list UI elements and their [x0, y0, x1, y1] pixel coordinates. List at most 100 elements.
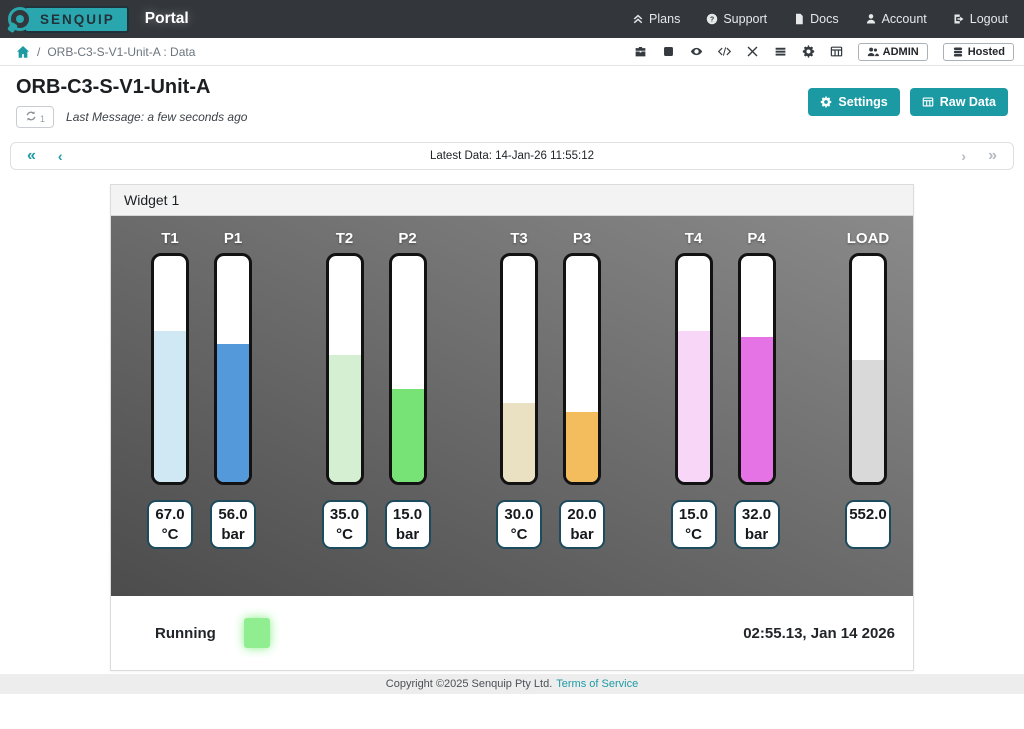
gauge-value: 30.0	[499, 505, 539, 525]
refresh-icon	[25, 110, 37, 122]
gauge-p2: P2 15.0 bar	[385, 230, 431, 596]
logout-icon	[953, 13, 965, 25]
gauge-fill	[852, 360, 884, 482]
last-page-button[interactable]: »	[988, 148, 997, 164]
gauge-value: 15.0	[388, 505, 428, 525]
senquip-logo[interactable]: SENQUIP	[8, 6, 129, 33]
table-icon[interactable]	[830, 45, 843, 58]
terms-of-service-link[interactable]: Terms of Service	[556, 678, 638, 690]
gauge-panel: T1 67.0 °C P1 56.0 bar	[111, 216, 913, 596]
settings-button[interactable]: Settings	[808, 88, 899, 116]
nav-link-label: Logout	[970, 12, 1008, 26]
senquip-logo-icon	[8, 7, 32, 31]
status-row: Running 02:55.13, Jan 14 2026	[111, 596, 913, 670]
eye-icon[interactable]	[690, 45, 703, 58]
gauge-fill	[503, 403, 535, 482]
nav-link-label: Plans	[649, 12, 680, 26]
raw-data-button-label: Raw Data	[940, 95, 996, 109]
document-icon	[793, 13, 805, 25]
next-page-button[interactable]: ›	[961, 149, 966, 163]
breadcrumb-path: ORB-C3-S-V1-Unit-A : Data	[47, 45, 195, 59]
gauge-t1: T1 67.0 °C	[147, 230, 193, 596]
gauge-t4: T4 15.0 °C	[671, 230, 717, 596]
gauge-unit	[848, 525, 888, 545]
gauge-fill	[392, 389, 424, 482]
gauge-p4: P4 32.0 bar	[734, 230, 780, 596]
nav-link-account[interactable]: Account	[865, 12, 927, 26]
gauge-unit: °C	[325, 525, 365, 545]
gauge-value: 32.0	[737, 505, 777, 525]
first-page-button[interactable]: «	[27, 148, 36, 164]
gauge-p1: P1 56.0 bar	[210, 230, 256, 596]
bars-icon[interactable]	[774, 45, 787, 58]
gauge-unit: °C	[150, 525, 190, 545]
raw-data-button[interactable]: Raw Data	[910, 88, 1008, 116]
gear-icon	[820, 96, 832, 108]
app-title: Portal	[145, 10, 189, 28]
hosted-button[interactable]: Hosted	[943, 43, 1014, 61]
nav-link-support[interactable]: ? Support	[706, 12, 767, 26]
briefcase-icon[interactable]	[634, 45, 647, 58]
copyright-text: Copyright ©2025 Senquip Pty Ltd.	[386, 678, 553, 690]
gauge-label: T4	[685, 230, 703, 247]
nav-link-label: Docs	[810, 12, 838, 26]
people-icon	[867, 46, 879, 58]
header-actions: Settings Raw Data	[808, 88, 1008, 116]
latest-data-label: Latest Data: 14-Jan-26 11:55:12	[63, 150, 962, 162]
refresh-button[interactable]: 1	[16, 106, 54, 128]
main-content: Widget 1 T1 67.0 °C P1 56.0 bar	[0, 184, 1024, 671]
gauge-value: 552.0	[848, 505, 888, 525]
refresh-count: 1	[40, 114, 45, 124]
svg-text:?: ?	[710, 16, 714, 24]
page-title: ORB-C3-S-V1-Unit-A	[16, 76, 247, 99]
gauge-label: T3	[510, 230, 528, 247]
home-icon[interactable]	[16, 45, 30, 59]
note-icon[interactable]	[662, 45, 675, 58]
gauge-group-2: T2 35.0 °C P2 15.0 bar	[322, 230, 431, 596]
nav-link-plans[interactable]: Plans	[632, 12, 680, 26]
gauge-value-box: 35.0 °C	[322, 500, 368, 549]
gauge-t2: T2 35.0 °C	[322, 230, 368, 596]
gauge-value: 56.0	[213, 505, 253, 525]
admin-button-label: ADMIN	[883, 46, 919, 58]
nav-link-logout[interactable]: Logout	[953, 12, 1008, 26]
gauge-tube	[500, 253, 538, 485]
gauge-unit: °C	[674, 525, 714, 545]
gauge-fill	[566, 412, 598, 482]
gauge-load: LOAD 552.0	[845, 230, 891, 596]
nav-link-docs[interactable]: Docs	[793, 12, 838, 26]
gauge-tube	[326, 253, 364, 485]
gear-icon[interactable]	[802, 45, 815, 58]
gauge-group-load: LOAD 552.0	[845, 230, 891, 596]
widget-card: Widget 1 T1 67.0 °C P1 56.0 bar	[110, 184, 914, 671]
tools-icon[interactable]	[746, 45, 759, 58]
gauge-label: P4	[747, 230, 765, 247]
settings-button-label: Settings	[838, 95, 887, 109]
gauge-value: 15.0	[674, 505, 714, 525]
gauge-label: T2	[336, 230, 354, 247]
gauge-t3: T3 30.0 °C	[496, 230, 542, 596]
gauge-fill	[154, 331, 186, 482]
gauge-label: T1	[161, 230, 179, 247]
gauge-value-box: 32.0 bar	[734, 500, 780, 549]
top-navbar: SENQUIP Portal Plans ? Support Docs Acco…	[0, 0, 1024, 38]
last-message-text: Last Message: a few seconds ago	[66, 110, 247, 124]
gauge-value-box: 15.0 °C	[671, 500, 717, 549]
gauge-tube	[675, 253, 713, 485]
gauge-tube	[389, 253, 427, 485]
admin-button[interactable]: ADMIN	[858, 43, 928, 61]
gauge-value-box: 20.0 bar	[559, 500, 605, 549]
gauge-value-box: 30.0 °C	[496, 500, 542, 549]
breadcrumb-separator: /	[37, 45, 40, 59]
gauge-fill	[741, 337, 773, 482]
data-pagination-bar: « ‹ Latest Data: 14-Jan-26 11:55:12 › »	[10, 142, 1014, 170]
gauge-unit: bar	[562, 525, 602, 545]
hosted-button-label: Hosted	[968, 46, 1005, 58]
gauge-group-4: T4 15.0 °C P4 32.0 bar	[671, 230, 780, 596]
gauge-label: P2	[398, 230, 416, 247]
gauge-tube	[563, 253, 601, 485]
code-icon[interactable]	[718, 45, 731, 58]
gauge-value: 67.0	[150, 505, 190, 525]
gauge-fill	[329, 355, 361, 482]
status-indicator	[244, 618, 270, 648]
